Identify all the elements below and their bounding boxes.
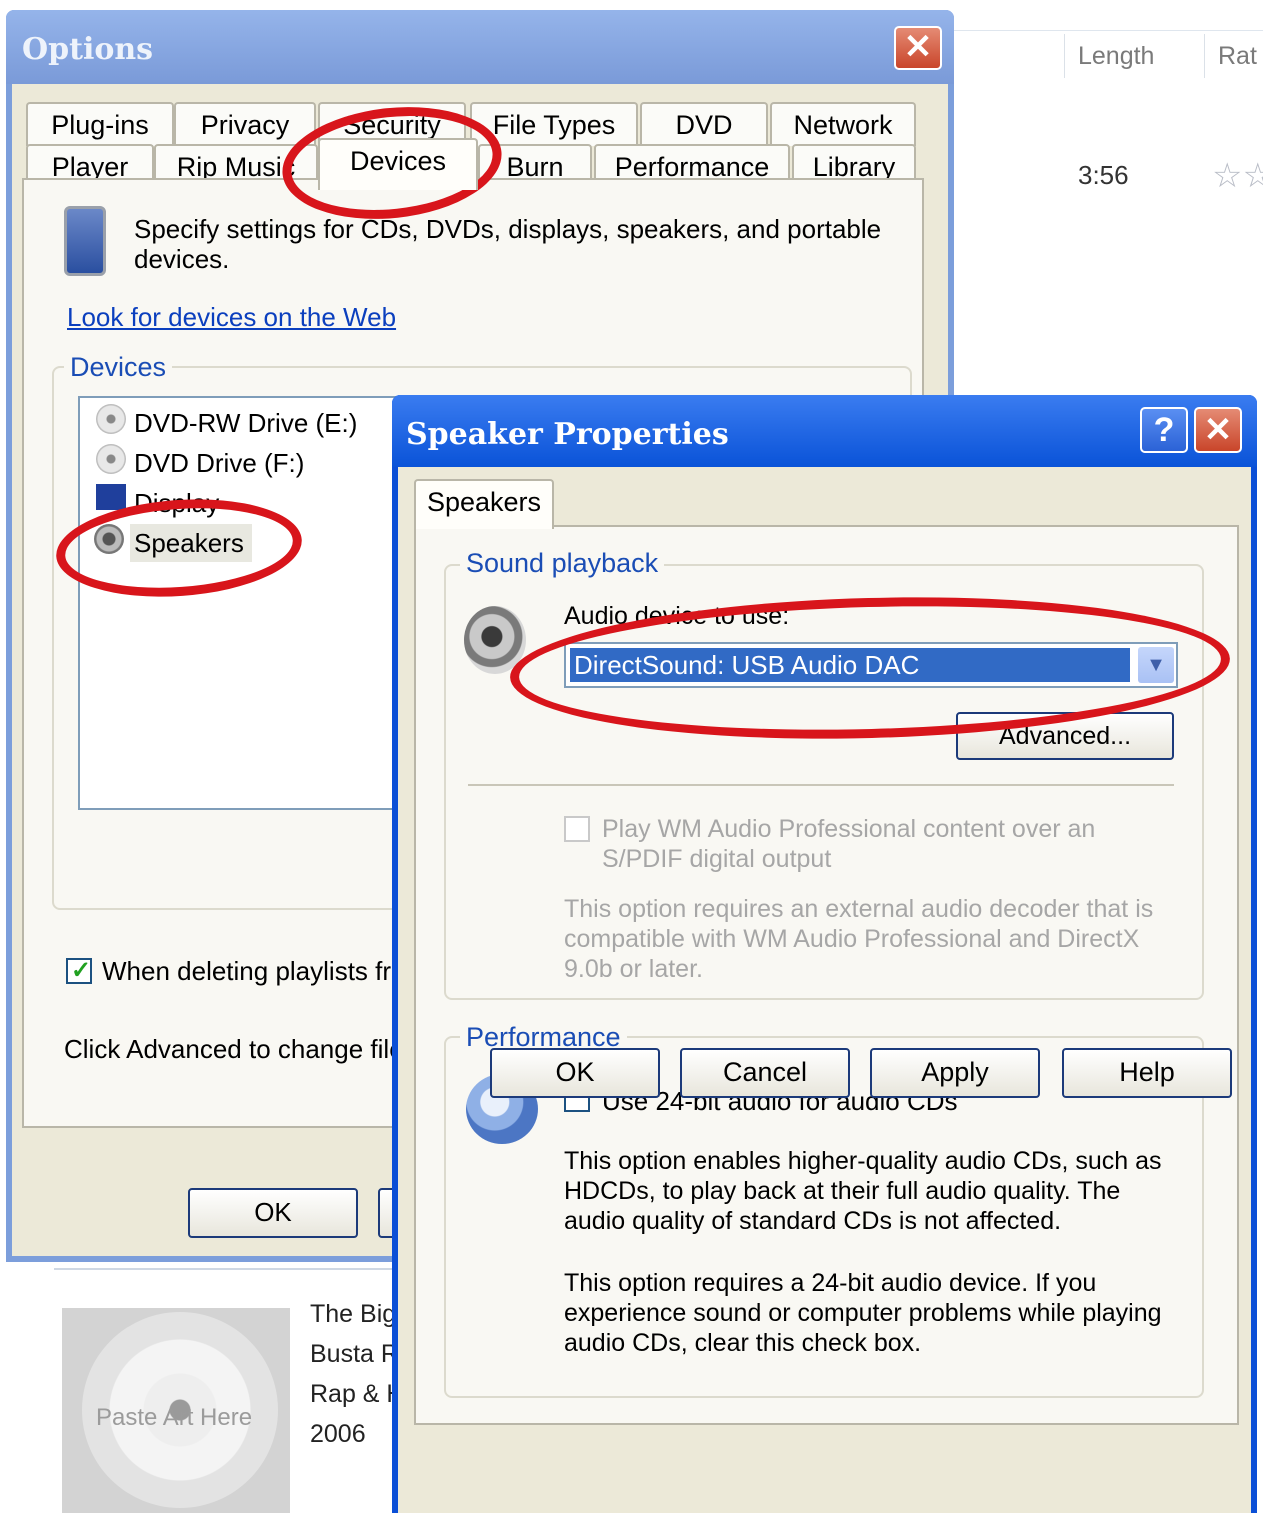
help-button[interactable]: Help: [1062, 1048, 1232, 1098]
album-artist: Busta R: [310, 1340, 399, 1368]
album-art-placeholder: Paste Art Here: [96, 1404, 253, 1431]
device-item-dvd-drive[interactable]: DVD Drive (F:): [134, 448, 304, 479]
apply-button[interactable]: Apply: [870, 1048, 1040, 1098]
tab-devices[interactable]: Devices: [318, 138, 478, 190]
album-art[interactable]: Paste Art Here: [62, 1308, 290, 1513]
tab-network[interactable]: Network: [770, 102, 916, 146]
delete-playlists-checkbox[interactable]: ✓: [66, 957, 92, 984]
tab-speakers[interactable]: Speakers: [414, 479, 554, 529]
bit24-description-2: This option requires a 24-bit audio devi…: [564, 1269, 1162, 1357]
rating-stars-icon[interactable]: ☆☆: [1212, 156, 1263, 196]
album-genre: Rap & H: [310, 1380, 405, 1408]
portable-device-icon: [64, 206, 106, 276]
advanced-note: Click Advanced to change file: [64, 1034, 404, 1064]
column-separator: [1204, 34, 1205, 78]
tab-plug-ins[interactable]: Plug-ins: [26, 102, 174, 146]
sound-playback-label: Sound playback: [460, 548, 665, 579]
spdif-checkbox[interactable]: [564, 816, 590, 842]
album-title: The Big: [310, 1300, 397, 1328]
bit24-description-1: This option enables higher-quality audio…: [564, 1147, 1162, 1235]
spdif-checkbox-label: Play WM Audio Professional content over …: [602, 815, 1096, 873]
spdif-note: This option requires an external audio d…: [564, 895, 1154, 983]
album-year: 2006: [310, 1420, 366, 1448]
close-icon[interactable]: ✕: [894, 26, 942, 70]
options-ok-button[interactable]: OK: [188, 1188, 358, 1238]
help-icon[interactable]: ?: [1140, 407, 1188, 453]
ok-button[interactable]: OK: [490, 1048, 660, 1098]
cancel-button[interactable]: Cancel: [680, 1048, 850, 1098]
close-icon[interactable]: ✕: [1194, 407, 1242, 453]
column-header-rating[interactable]: Rat: [1218, 42, 1257, 71]
delete-playlists-label: When deleting playlists fro: [102, 956, 406, 986]
look-for-devices-link[interactable]: Look for devices on the Web: [67, 302, 396, 333]
device-item-dvd-rw[interactable]: DVD-RW Drive (E:): [134, 408, 357, 439]
track-length: 3:56: [1078, 160, 1129, 190]
divider: [468, 784, 1174, 786]
column-separator: [1064, 34, 1065, 78]
options-titlebar[interactable]: Options ✕: [6, 10, 954, 84]
cd-drive-icon: [96, 404, 126, 434]
tab-dvd[interactable]: DVD: [640, 102, 768, 146]
devices-description: Specify settings for CDs, DVDs, displays…: [134, 214, 882, 274]
speaker-properties-title: Speaker Properties: [406, 417, 729, 452]
options-title: Options: [22, 32, 154, 67]
divider: [54, 1268, 394, 1270]
display-icon: [96, 484, 126, 510]
speaker-properties-titlebar[interactable]: Speaker Properties ? ✕: [392, 395, 1257, 467]
cd-drive-icon: [96, 444, 126, 474]
media-library-panel: [950, 30, 1263, 401]
column-header-length[interactable]: Length: [1078, 42, 1154, 71]
tab-privacy[interactable]: Privacy: [174, 102, 316, 146]
checkmark-icon: ✓: [71, 957, 92, 984]
devices-group-label: Devices: [64, 352, 173, 383]
